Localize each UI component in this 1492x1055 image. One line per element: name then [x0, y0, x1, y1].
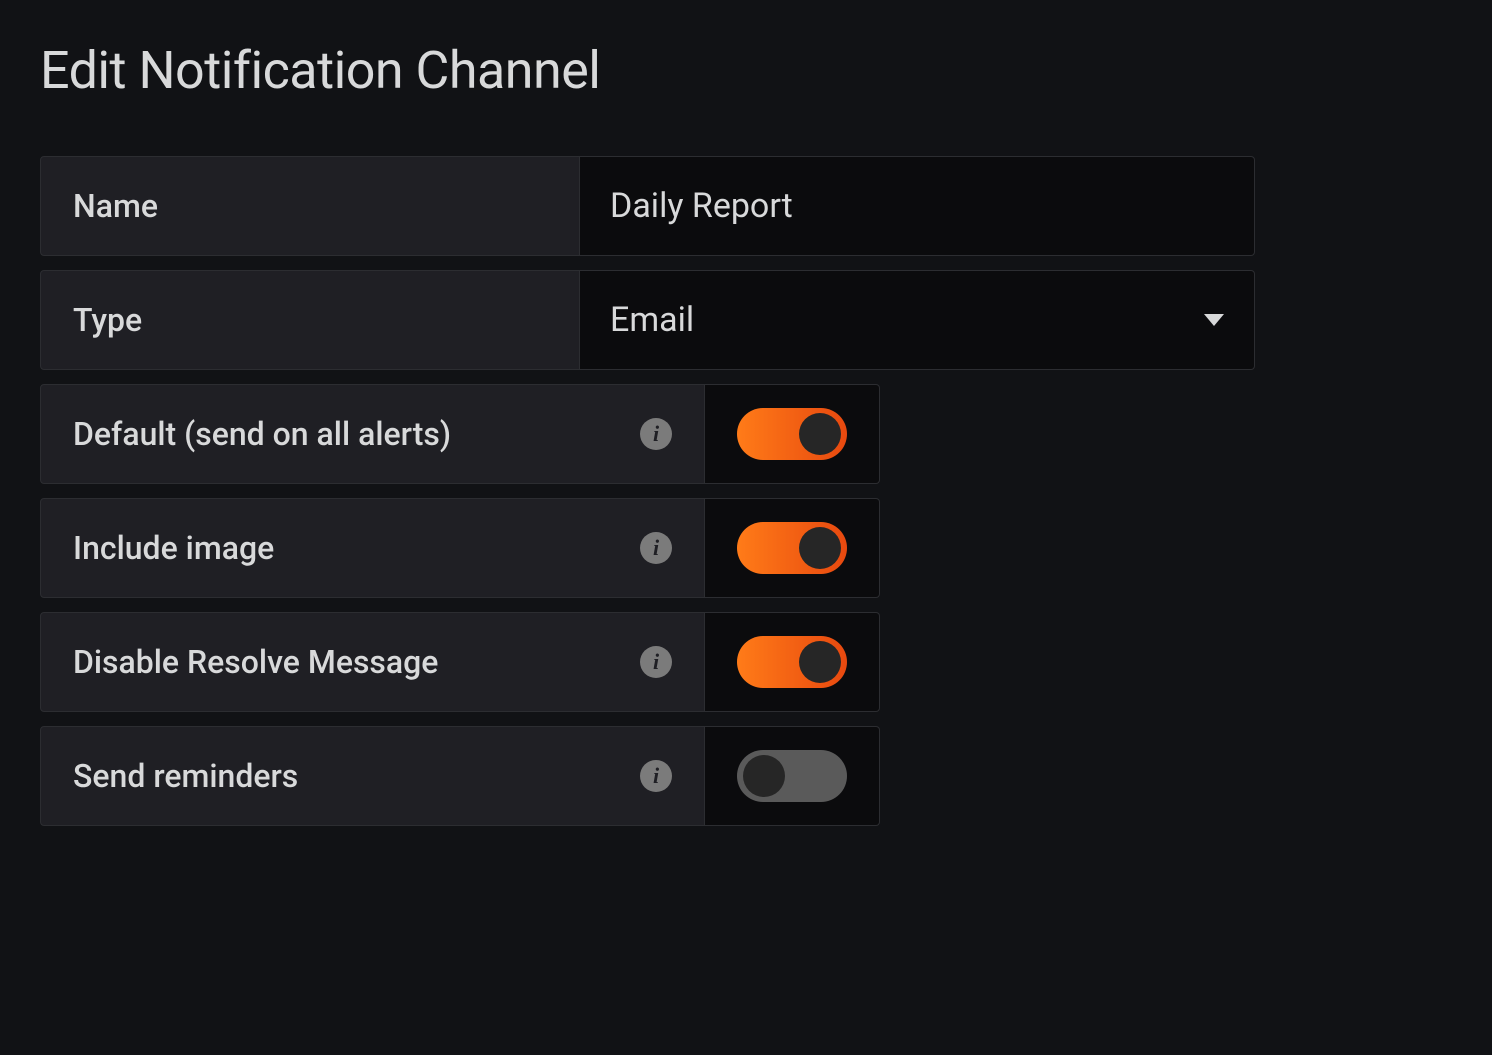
toggle-cell-default: [705, 384, 880, 484]
toggle-row-default: Default (send on all alerts) i: [40, 384, 880, 484]
toggle-label-resolve: Disable Resolve Message i: [40, 612, 705, 712]
name-input-cell: [580, 156, 1255, 256]
toggle-cell-remind: [705, 726, 880, 826]
type-select[interactable]: Email: [580, 270, 1255, 370]
info-icon[interactable]: i: [640, 646, 672, 678]
toggle-knob: [799, 413, 841, 455]
toggle-knob: [799, 527, 841, 569]
name-row: Name: [40, 156, 1452, 256]
toggle-switch-resolve[interactable]: [737, 636, 847, 688]
toggle-label-remind: Send reminders i: [40, 726, 705, 826]
edit-notification-channel-page: Edit Notification Channel Name Type Emai…: [0, 0, 1492, 880]
type-row: Type Email: [40, 270, 1452, 370]
info-icon[interactable]: i: [640, 418, 672, 450]
toggle-row-remind: Send reminders i: [40, 726, 880, 826]
toggle-label-text: Default (send on all alerts): [73, 415, 451, 453]
toggle-switch-image[interactable]: [737, 522, 847, 574]
type-label: Type: [40, 270, 580, 370]
toggles-container: Default (send on all alerts)iInclude ima…: [40, 384, 1452, 826]
page-title: Edit Notification Channel: [40, 40, 1452, 101]
toggle-label-text: Disable Resolve Message: [73, 643, 438, 681]
toggle-knob: [799, 641, 841, 683]
toggle-label-image: Include image i: [40, 498, 705, 598]
name-label: Name: [40, 156, 580, 256]
type-select-value: Email: [610, 300, 694, 340]
name-input[interactable]: [610, 186, 1224, 226]
toggle-label-text: Send reminders: [73, 757, 298, 795]
toggle-row-resolve: Disable Resolve Message i: [40, 612, 880, 712]
info-icon[interactable]: i: [640, 760, 672, 792]
toggle-knob: [743, 755, 785, 797]
chevron-down-icon: [1204, 314, 1224, 326]
toggle-label-text: Include image: [73, 529, 274, 567]
toggle-row-image: Include image i: [40, 498, 880, 598]
toggle-cell-image: [705, 498, 880, 598]
toggle-cell-resolve: [705, 612, 880, 712]
toggle-switch-default[interactable]: [737, 408, 847, 460]
info-icon[interactable]: i: [640, 532, 672, 564]
toggle-switch-remind[interactable]: [737, 750, 847, 802]
toggle-label-default: Default (send on all alerts) i: [40, 384, 705, 484]
